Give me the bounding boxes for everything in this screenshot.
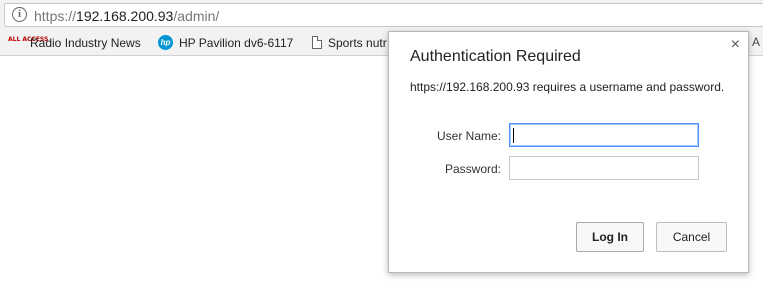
radio-logo-icon: ALL ACCESS (8, 35, 49, 43)
omnibox[interactable]: i https://192.168.200.93/admin/ (4, 3, 763, 27)
info-icon[interactable]: i (12, 7, 27, 22)
address-bar-area: i https://192.168.200.93/admin/ (0, 0, 763, 30)
bookmark-sports-nutr[interactable]: Sports nutr (312, 35, 392, 51)
dialog-message: https://192.168.200.93 requires a userna… (410, 80, 725, 94)
url-host: 192.168.200.93 (76, 8, 174, 24)
username-field[interactable] (509, 123, 699, 147)
close-icon[interactable]: × (731, 36, 740, 54)
document-icon (312, 36, 322, 50)
dialog-title: Authentication Required (410, 48, 581, 65)
bookmark-radio-industry-news[interactable]: ALL ACCESSRadio Industry News (8, 35, 144, 51)
bookmark-label: HP Pavilion dv6-6117 (179, 35, 294, 50)
bookmark-label: Radio Industry News (30, 35, 141, 50)
bookmark-hp-pavilion[interactable]: hp HP Pavilion dv6-6117 (158, 35, 298, 51)
bookmark-label: Sports nutr (328, 35, 387, 50)
login-button[interactable]: Log In (576, 222, 644, 252)
auth-dialog: × Authentication Required https://192.16… (388, 31, 749, 273)
text-caret (513, 128, 514, 143)
cancel-button[interactable]: Cancel (656, 222, 727, 252)
hp-logo-icon: hp (158, 35, 173, 51)
bookmark-overflow[interactable]: A (752, 35, 760, 49)
url-scheme: https:// (34, 8, 77, 24)
username-label: User Name: (436, 129, 501, 143)
url-text[interactable]: https://192.168.200.93/admin/ (34, 8, 219, 24)
url-path: /admin/ (173, 8, 220, 24)
password-field[interactable] (509, 156, 699, 180)
password-label: Password: (444, 162, 501, 176)
